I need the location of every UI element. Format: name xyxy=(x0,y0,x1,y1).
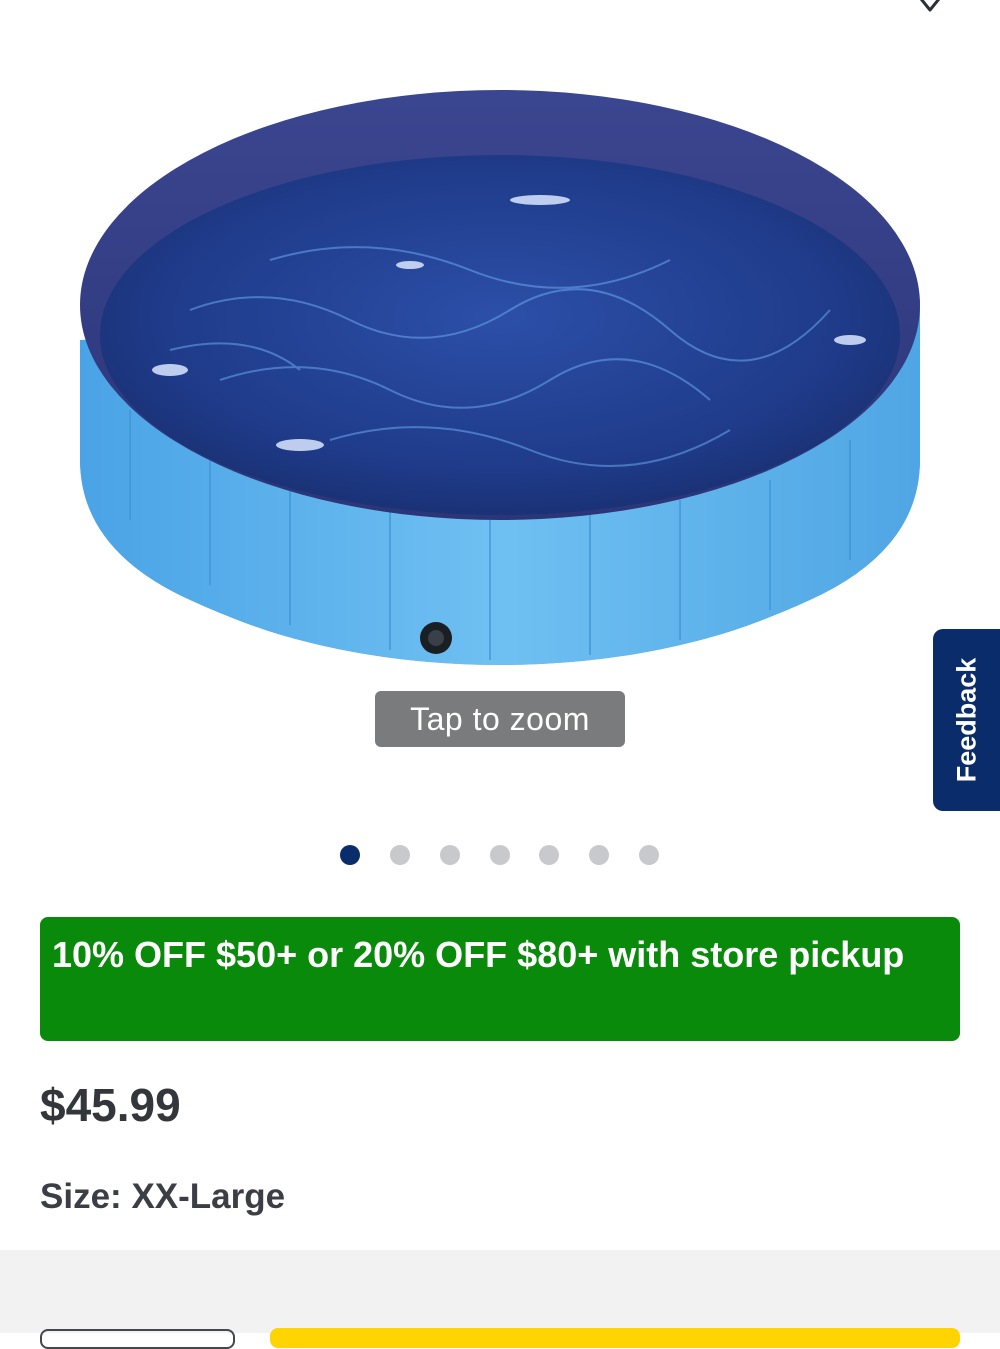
favorite-heart-icon[interactable] xyxy=(900,0,960,20)
secondary-action-button[interactable] xyxy=(40,1329,235,1349)
carousel-dot[interactable] xyxy=(390,845,410,865)
feedback-tab-label: Feedback xyxy=(951,657,981,783)
carousel-dot[interactable] xyxy=(539,845,559,865)
product-price: $45.99 xyxy=(40,1079,181,1131)
size-label: Size: xyxy=(40,1177,122,1216)
carousel-dot[interactable] xyxy=(639,845,659,865)
carousel-dot[interactable] xyxy=(440,845,460,865)
size-selection: Size: XX-Large xyxy=(40,1177,285,1217)
bottom-action-bar xyxy=(0,1250,1000,1333)
tap-to-zoom-label[interactable]: Tap to zoom xyxy=(375,691,625,747)
product-image[interactable] xyxy=(70,80,930,680)
carousel-dot[interactable] xyxy=(340,845,360,865)
feedback-tab[interactable]: Feedback xyxy=(933,629,1000,811)
primary-action-button[interactable] xyxy=(270,1328,960,1348)
carousel-dot[interactable] xyxy=(589,845,609,865)
carousel-dot[interactable] xyxy=(490,845,510,865)
size-value: XX-Large xyxy=(131,1177,286,1216)
promo-banner[interactable]: 10% OFF $50+ or 20% OFF $80+ with store … xyxy=(40,917,960,1041)
